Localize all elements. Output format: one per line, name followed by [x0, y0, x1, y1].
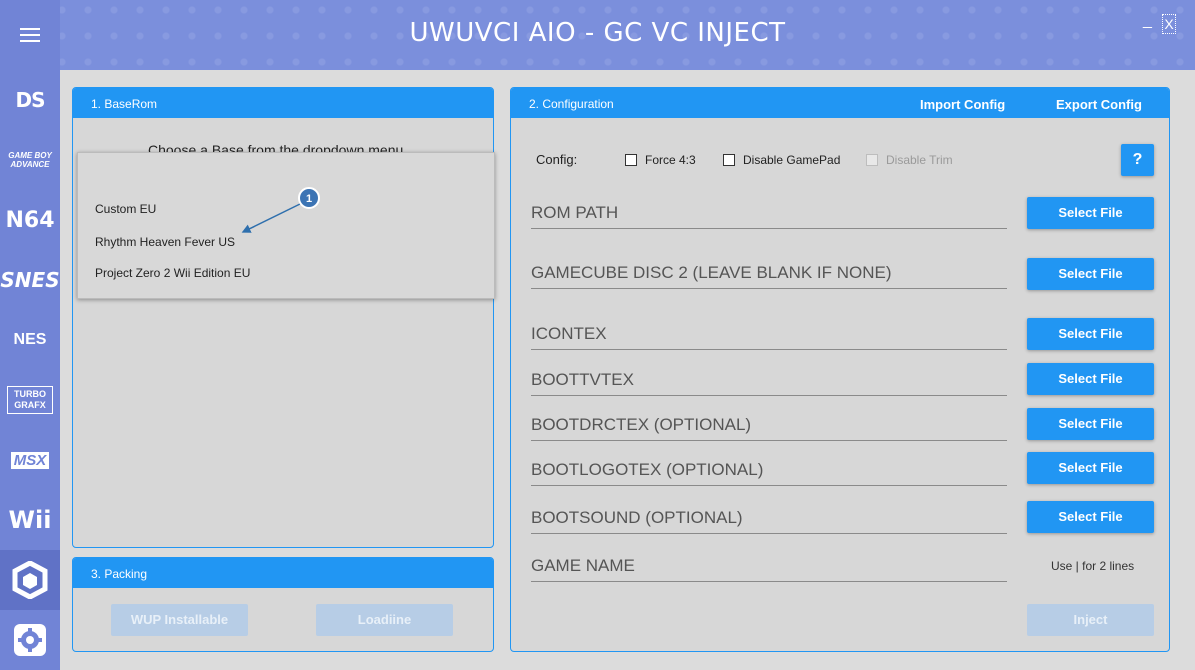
bootdrctex-select-button[interactable]: Select File — [1027, 408, 1154, 440]
configuration-title: 2. Configuration — [529, 97, 614, 111]
rom-path-select-button[interactable]: Select File — [1027, 197, 1154, 229]
loadiine-button[interactable]: Loadiine — [316, 604, 453, 636]
disable-gamepad-checkbox[interactable]: Disable GamePad — [723, 153, 840, 167]
force-4-3-checkbox[interactable]: Force 4:3 — [625, 153, 696, 167]
game-name-field[interactable]: GAME NAME — [531, 556, 1007, 582]
rom-path-field[interactable]: ROM PATH — [531, 203, 1007, 229]
bootlogotex-select-button[interactable]: Select File — [1027, 452, 1154, 484]
annotation-arrow — [241, 203, 301, 233]
help-button[interactable]: ? — [1121, 144, 1154, 176]
boottvtex-field[interactable]: BOOTTVTEX — [531, 370, 1007, 396]
annotation-number: 1 — [306, 193, 312, 205]
disable-trim-checkbox[interactable]: Disable Trim — [866, 153, 953, 167]
icontex-field[interactable]: ICONTEX — [531, 324, 1007, 350]
boottvtex-select-button[interactable]: Select File — [1027, 363, 1154, 395]
checkbox-label: Disable GamePad — [743, 153, 841, 167]
icontex-select-button[interactable]: Select File — [1027, 318, 1154, 350]
inject-button[interactable]: Inject — [1027, 604, 1154, 636]
game-name-hint: Use | for 2 lines — [1051, 559, 1135, 573]
import-config-button[interactable]: Import Config — [920, 97, 1005, 112]
bootsound-field[interactable]: BOOTSOUND (OPTIONAL) — [531, 508, 1007, 534]
export-config-button[interactable]: Export Config — [1056, 97, 1142, 112]
disc2-field[interactable]: GAMECUBE DISC 2 (LEAVE BLANK IF NONE) — [531, 263, 1007, 289]
packing-header: 3. Packing — [73, 558, 493, 588]
bootlogotex-field[interactable]: BOOTLOGOTEX (OPTIONAL) — [531, 460, 1007, 486]
checkbox-label: Disable Trim — [886, 153, 953, 167]
disc2-select-button[interactable]: Select File — [1027, 258, 1154, 290]
bootsound-select-button[interactable]: Select File — [1027, 501, 1154, 533]
checkbox-label: Force 4:3 — [645, 153, 696, 167]
packing-title: 3. Packing — [91, 567, 148, 581]
configuration-header: 2. Configuration Import Config Export Co… — [511, 88, 1169, 118]
wup-installable-button[interactable]: WUP Installable — [111, 604, 248, 636]
config-label: Config: — [536, 152, 578, 167]
bootdrctex-field[interactable]: BOOTDRCTEX (OPTIONAL) — [531, 415, 1007, 441]
